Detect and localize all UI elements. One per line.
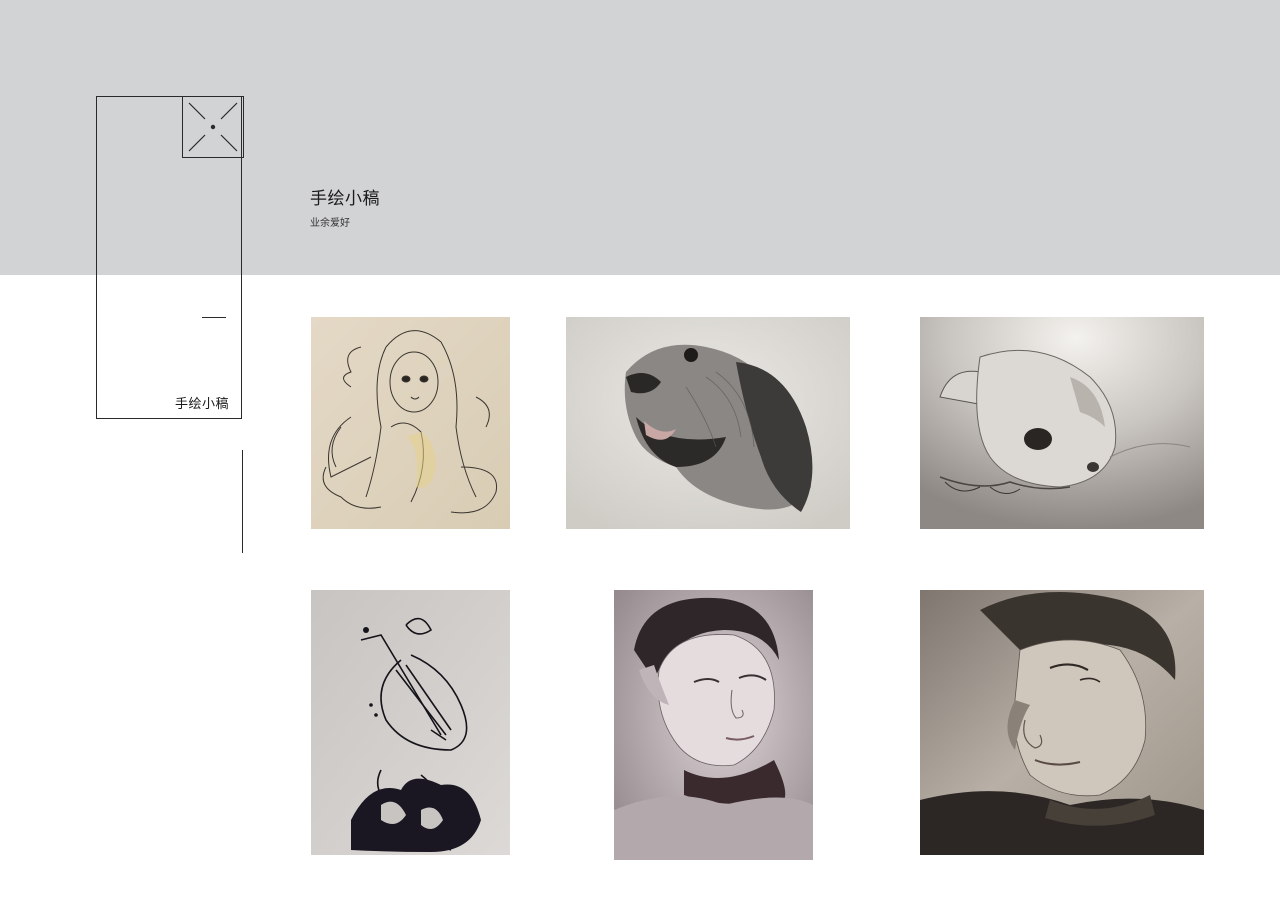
boy-portrait-sketch-icon (614, 590, 813, 860)
x-mark-icon (188, 102, 238, 152)
artwork-man-portrait[interactable] (920, 590, 1204, 855)
frame-dash (202, 317, 226, 318)
dog-pencil-sketch-icon (566, 317, 850, 529)
man-portrait-sketch-icon (920, 590, 1204, 855)
artwork-boy-portrait[interactable] (614, 590, 813, 860)
artwork-dog[interactable] (566, 317, 850, 529)
artwork-chihuahua[interactable] (920, 317, 1204, 529)
logo-box (182, 96, 244, 158)
chihuahua-pencil-sketch-icon (920, 317, 1204, 529)
artwork-pipa[interactable] (311, 590, 510, 855)
page-title: 手绘小稿 (310, 189, 380, 209)
pipa-ink-drawing-icon (311, 590, 510, 855)
page-subtitle: 业余爱好 (310, 218, 350, 229)
angel-girl-sketch-icon (311, 317, 510, 529)
frame-label: 手绘小稿 (174, 397, 229, 412)
artwork-angel-girl[interactable] (311, 317, 510, 529)
side-frame: 手绘小稿 (96, 96, 244, 419)
vertical-divider (242, 450, 243, 553)
